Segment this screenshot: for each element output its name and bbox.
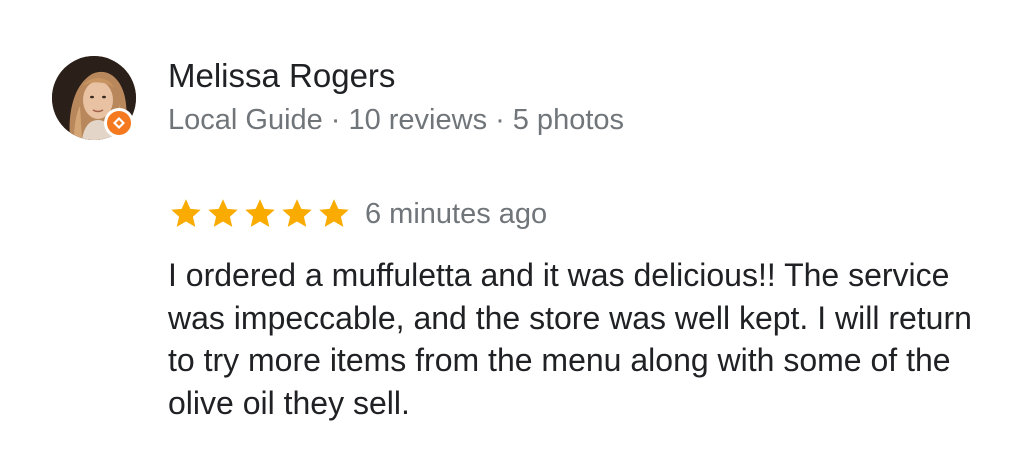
meta-separator: · (495, 104, 505, 136)
review-text: I ordered a muffuletta and it was delici… (168, 257, 972, 421)
reviewer-avatar[interactable] (52, 56, 136, 140)
review-count: 10 reviews (348, 104, 488, 136)
meta-separator: · (330, 104, 341, 136)
reviewer-name[interactable]: Melissa Rogers (168, 56, 395, 96)
star-icon (208, 199, 238, 227)
star-icon (171, 199, 201, 227)
photo-count: 5 photos (512, 104, 625, 136)
local-guide-label: Local Guide (168, 104, 323, 136)
star-icon (319, 199, 349, 227)
review-card: Melissa Rogers Local Guide · 10 reviews · 5 … (0, 0, 1024, 463)
review-time: 6 minutes ago (365, 198, 548, 230)
star-icon (282, 199, 312, 227)
star-icon (245, 199, 275, 227)
local-guide-badge-icon (104, 108, 134, 138)
reviewer-meta: Local Guide · 10 reviews · 5 photos (168, 102, 624, 138)
rating-row: 6 minutes ago (168, 194, 547, 234)
star-rating (168, 196, 353, 232)
